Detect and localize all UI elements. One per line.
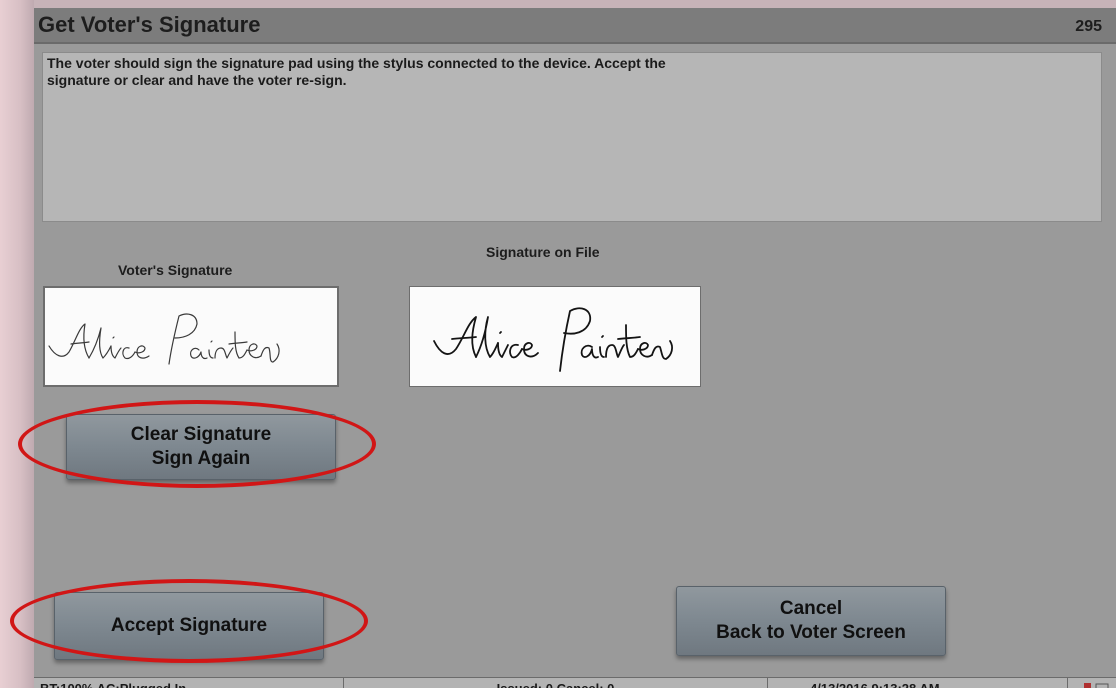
- cancel-label: Cancel: [779, 598, 843, 619]
- device-bezel-left: [0, 0, 34, 688]
- screen-number: 295: [1075, 18, 1102, 35]
- back-to-voter-screen-label: Back to Voter Screen: [716, 622, 906, 643]
- instructions-panel: The voter should sign the signature pad …: [42, 52, 1102, 222]
- signature-on-file-label: Signature on File: [486, 244, 600, 260]
- instructions-text: The voter should sign the signature pad …: [47, 55, 666, 88]
- accept-button-highlight-ring: [10, 579, 368, 663]
- page-title: Get Voter's Signature: [38, 12, 261, 37]
- voters-signature-label: Voter's Signature: [118, 262, 233, 278]
- clear-button-highlight-ring: [18, 400, 376, 488]
- status-bar: BT:100% AC:Plugged In Issued: 0 Cancel: …: [34, 677, 1116, 688]
- issued-cancel-counts: Issued: 0 Cancel: 0: [344, 678, 768, 688]
- file-signature-drawing: [433, 307, 673, 372]
- cancel-back-to-voter-button[interactable]: Cancel Back to Voter Screen: [676, 586, 946, 656]
- network-tray-icon[interactable]: [1082, 680, 1112, 688]
- title-bar: Get Voter's Signature 295: [34, 8, 1116, 44]
- battery-status: BT:100% AC:Plugged In: [34, 678, 344, 688]
- voter-signature-drawing: [48, 313, 280, 365]
- signature-on-file-image: [409, 286, 701, 387]
- date-time: 4/13/2016 9:13:28 AM: [768, 678, 1068, 688]
- voter-signature-pad[interactable]: [43, 286, 339, 387]
